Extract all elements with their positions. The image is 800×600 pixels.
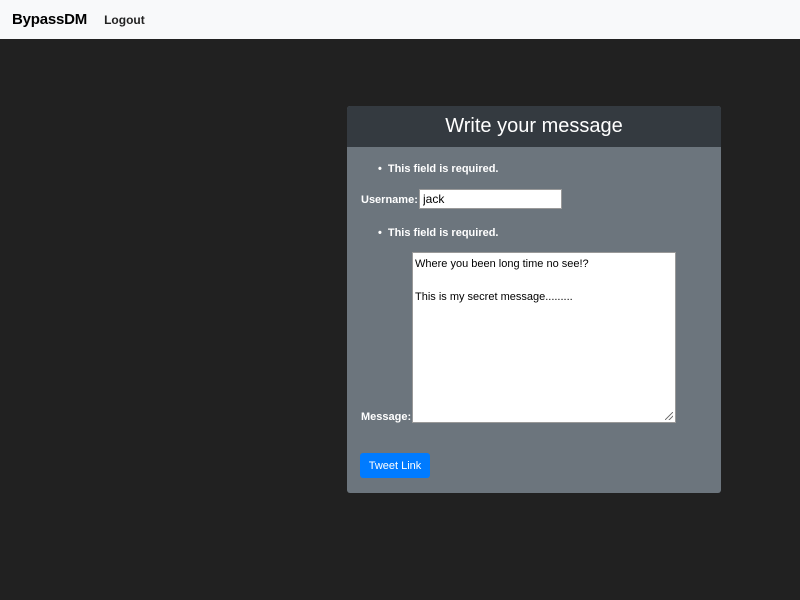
message-line: This is my secret message......... <box>415 291 573 303</box>
message-error-text: This field is required. <box>387 227 499 239</box>
message-line: Where you been long time no see!? <box>415 258 589 270</box>
bullet-icon: • <box>378 163 382 175</box>
message-line <box>415 273 673 290</box>
top-navbar: BypassDM Logout <box>0 0 800 39</box>
logout-link[interactable]: Logout <box>104 13 145 27</box>
resize-grip-icon[interactable] <box>665 412 673 420</box>
brand-logo[interactable]: BypassDM <box>12 11 87 28</box>
username-error-text: This field is required. <box>387 163 499 175</box>
form-title: Write your message <box>347 106 721 147</box>
username-input[interactable] <box>419 189 562 209</box>
message-textarea[interactable]: Where you been long time no see!? This i… <box>412 252 676 423</box>
message-label: Message: <box>361 411 412 423</box>
message-error: • This field is required. <box>378 227 499 239</box>
tweet-link-button[interactable]: Tweet Link <box>360 453 430 478</box>
username-label: Username: <box>361 194 418 206</box>
username-error: • This field is required. <box>378 163 499 175</box>
bullet-icon: • <box>378 227 382 239</box>
message-form-card: Write your message • This field is requir… <box>347 106 721 493</box>
